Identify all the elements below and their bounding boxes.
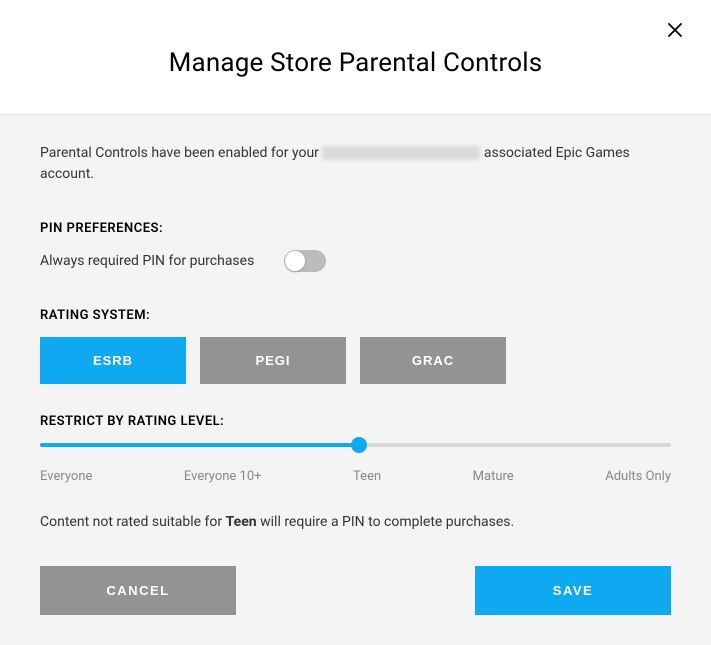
save-button[interactable]: SAVE: [475, 566, 671, 615]
slider-label-adultsonly: Adults Only: [605, 469, 671, 484]
pin-toggle[interactable]: [284, 250, 326, 272]
modal-content: Parental Controls have been enabled for …: [0, 114, 711, 645]
modal-header: Manage Store Parental Controls: [0, 0, 711, 114]
slider-label-mature: Mature: [473, 469, 514, 484]
cancel-button[interactable]: CANCEL: [40, 566, 236, 615]
pin-section-label: PIN PREFERENCES:: [40, 221, 671, 236]
modal-title: Manage Store Parental Controls: [0, 48, 711, 78]
slider-label-everyone: Everyone: [40, 469, 92, 484]
toggle-knob: [285, 251, 305, 271]
close-button[interactable]: [663, 18, 687, 42]
restriction-suffix: will require a PIN to complete purchases…: [257, 514, 515, 530]
rating-btn-esrb[interactable]: ESRB: [40, 337, 186, 384]
slider-fill: [40, 443, 359, 447]
slider-label-teen: Teen: [353, 469, 381, 484]
intro-prefix: Parental Controls have been enabled for …: [40, 145, 322, 161]
action-buttons: CANCEL SAVE: [40, 566, 671, 615]
pin-toggle-label: Always required PIN for purchases: [40, 253, 254, 269]
rating-btn-grac[interactable]: GRAC: [360, 337, 506, 384]
close-icon: [666, 21, 684, 39]
slider-label-everyone10: Everyone 10+: [184, 469, 262, 484]
rating-slider[interactable]: [40, 443, 671, 447]
intro-text: Parental Controls have been enabled for …: [40, 143, 671, 185]
restrict-section-label: RESTRICT BY RATING LEVEL:: [40, 414, 671, 429]
redacted-email: [322, 146, 480, 160]
restriction-description: Content not rated suitable for Teen will…: [40, 514, 671, 530]
parental-controls-modal: Manage Store Parental Controls Parental …: [0, 0, 711, 621]
rating-system-label: RATING SYSTEM:: [40, 308, 671, 323]
rating-btn-pegi[interactable]: PEGI: [200, 337, 346, 384]
slider-labels: Everyone Everyone 10+ Teen Mature Adults…: [40, 469, 671, 484]
slider-thumb[interactable]: [351, 437, 367, 453]
slider-track: [40, 443, 671, 447]
rating-system-buttons: ESRB PEGI GRAC: [40, 337, 671, 384]
pin-preference-row: Always required PIN for purchases: [40, 250, 671, 272]
restriction-prefix: Content not rated suitable for: [40, 514, 226, 530]
restriction-level: Teen: [226, 514, 257, 530]
